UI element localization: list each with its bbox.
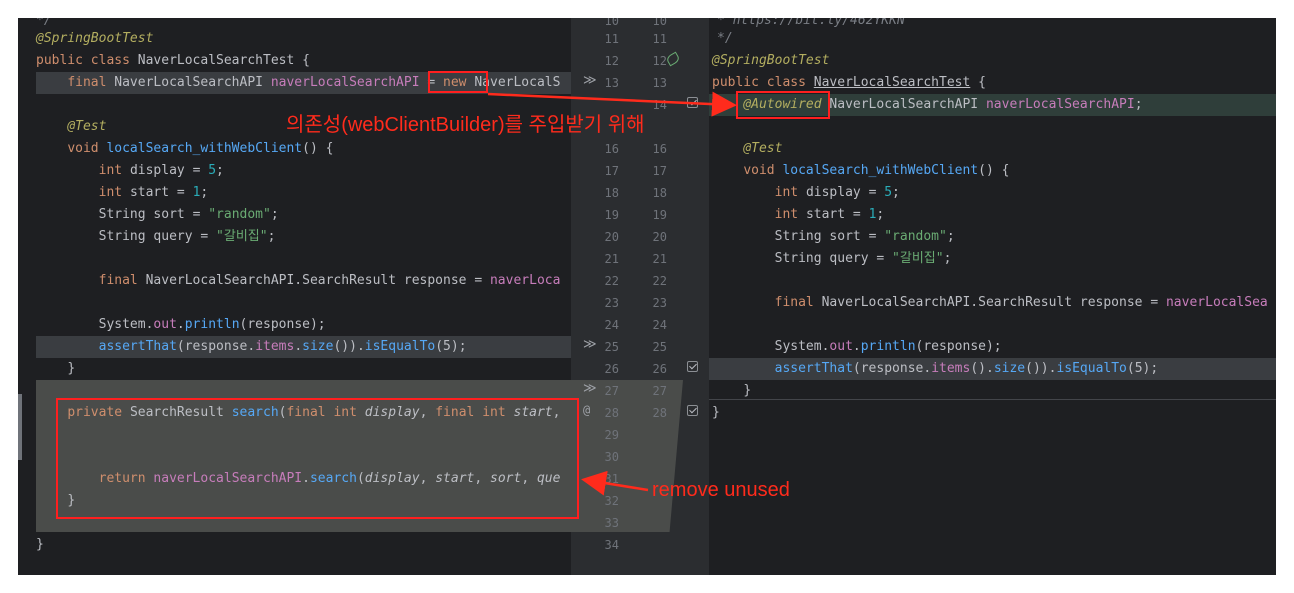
annotation-arrows: [487, 91, 737, 496]
dependency-injection-note: 의존성(webClientBuilder)를 주입받기 위해: [286, 114, 645, 136]
di-arrow: [487, 91, 737, 117]
remove-arrow: [581, 470, 649, 496]
remove-unused-note: remove unused: [652, 479, 790, 501]
diff-viewer: */ @SpringBootTest public class NaverLoc…: [18, 18, 1276, 575]
